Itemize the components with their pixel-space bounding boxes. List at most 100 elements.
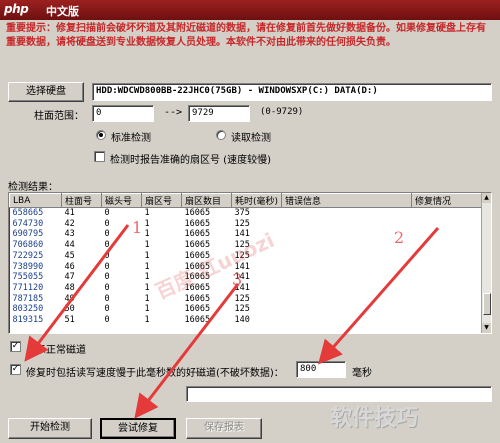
table-cell bbox=[282, 283, 412, 294]
table-cell bbox=[412, 262, 484, 273]
table-cell bbox=[412, 304, 484, 315]
column-header[interactable]: 扇区号 bbox=[141, 193, 182, 208]
table-cell: 803250 bbox=[12, 304, 44, 315]
bottom-watermark: 软件技巧 bbox=[330, 406, 419, 431]
cylinder-to-input[interactable]: 9729 bbox=[188, 105, 250, 122]
warning-text: 重要提示：修复扫描前会破坏坏道及其附近磁道的数据，请在修复前首先做好数据备份。如… bbox=[6, 23, 486, 48]
table-cell: 0 bbox=[104, 304, 110, 315]
table-cell bbox=[282, 219, 412, 230]
table-cell: 0 bbox=[104, 261, 110, 272]
table-cell: 658665 bbox=[12, 208, 44, 218]
table-cell bbox=[412, 229, 484, 240]
table-cell: 706860 bbox=[12, 240, 44, 251]
scroll-up-icon[interactable]: ▲ bbox=[482, 193, 491, 203]
table-cell: 1 bbox=[144, 218, 150, 229]
annotation-3: 3 bbox=[232, 270, 243, 289]
table-cell: 1 bbox=[144, 250, 150, 261]
table-row[interactable]: 771120 48 0 1 16065 141 bbox=[10, 283, 484, 294]
select-disk-button[interactable]: 选择硬盘 bbox=[8, 82, 84, 102]
read-check-radio[interactable] bbox=[216, 130, 226, 140]
column-header[interactable]: 磁头号 bbox=[101, 193, 142, 208]
ms-threshold-input[interactable]: 800 bbox=[296, 361, 346, 378]
table-cell bbox=[412, 251, 484, 262]
disk-info-field: HDD:WDCWD800BB-22JHC0(75GB) - WINDOWSXP(… bbox=[92, 83, 492, 101]
results-label: 检测结果： bbox=[8, 182, 58, 193]
ms-unit-label: 毫秒 bbox=[352, 368, 372, 379]
read-check-label: 读取检测 bbox=[231, 133, 271, 144]
table-cell: 16065 bbox=[184, 293, 211, 304]
annotation-2: 2 bbox=[394, 228, 405, 247]
column-header[interactable]: 柱面号 bbox=[61, 193, 102, 208]
column-header[interactable]: 扇区数目 bbox=[181, 193, 232, 208]
cylinder-range-hint: (0-9729) bbox=[260, 107, 304, 117]
table-cell bbox=[282, 294, 412, 305]
table-cell bbox=[282, 315, 412, 326]
report-sector-checkbox[interactable] bbox=[94, 151, 105, 162]
table-cell: 1 bbox=[144, 315, 150, 326]
table-cell bbox=[412, 315, 484, 326]
table-cell: 375 bbox=[234, 208, 250, 218]
table-cell: 51 bbox=[64, 315, 75, 326]
scroll-down-icon[interactable]: ▼ bbox=[482, 323, 491, 333]
table-cell: 819315 bbox=[12, 315, 44, 326]
table-cell: 125 bbox=[234, 293, 250, 304]
table-cell: 49 bbox=[64, 293, 75, 304]
table-cell: 125 bbox=[234, 304, 250, 315]
try-repair-button[interactable]: 尝试修复 bbox=[100, 418, 176, 439]
table-row[interactable]: 787185 49 0 1 16065 125 bbox=[10, 294, 484, 305]
cylinder-range-label: 柱面范围： bbox=[34, 111, 84, 122]
report-sector-label: 检测时报告准确的扇区号 (速度较慢) bbox=[110, 155, 271, 166]
table-cell: 16065 bbox=[184, 208, 211, 218]
cylinder-from-input[interactable]: 0 bbox=[92, 105, 154, 122]
results-scrollbar[interactable]: ▲ ▼ bbox=[481, 193, 491, 333]
table-cell bbox=[412, 283, 484, 294]
show-normal-checkbox[interactable]: ✓ bbox=[10, 341, 21, 352]
title-bar: php 中文版 bbox=[0, 0, 500, 20]
repair-slow-checkbox[interactable]: ✓ bbox=[10, 364, 21, 375]
table-cell: 16065 bbox=[184, 304, 211, 315]
annotation-1: 1 bbox=[132, 218, 143, 237]
table-cell: 45 bbox=[64, 250, 75, 261]
table-cell bbox=[412, 294, 484, 305]
app-logo: php bbox=[4, 2, 29, 16]
table-row[interactable]: 755055 47 0 1 16065 141 bbox=[10, 272, 484, 283]
table-cell: 42 bbox=[64, 218, 75, 229]
table-cell: 16065 bbox=[184, 218, 211, 229]
scroll-thumb[interactable] bbox=[483, 293, 491, 315]
start-check-button[interactable]: 开始检测 bbox=[8, 418, 92, 439]
standard-check-radio[interactable] bbox=[96, 130, 106, 140]
table-cell bbox=[282, 240, 412, 251]
column-header[interactable]: 耗时(毫秒) bbox=[231, 193, 282, 208]
table-cell: 722925 bbox=[12, 250, 44, 261]
table-cell bbox=[282, 229, 412, 240]
save-report-button: 保存报表 bbox=[186, 418, 262, 439]
table-cell: 48 bbox=[64, 282, 75, 293]
table-cell: 738990 bbox=[12, 261, 44, 272]
table-cell: 140 bbox=[234, 315, 250, 326]
table-row[interactable]: 674730 42 0 1 16065 125 bbox=[10, 219, 484, 230]
table-cell bbox=[412, 219, 484, 230]
table-row[interactable]: 658665 41 0 1 16065 375 bbox=[10, 208, 484, 219]
table-cell: 787185 bbox=[12, 293, 44, 304]
standard-check-label: 标准检测 bbox=[111, 133, 151, 144]
table-row[interactable]: 803250 50 0 1 16065 125 bbox=[10, 304, 484, 315]
table-cell: 771120 bbox=[12, 282, 44, 293]
table-cell: 16065 bbox=[184, 229, 211, 240]
table-cell bbox=[412, 272, 484, 283]
table-cell bbox=[282, 251, 412, 262]
table-cell: 674730 bbox=[12, 218, 44, 229]
table-cell: 1 bbox=[144, 304, 150, 315]
table-cell bbox=[282, 262, 412, 273]
column-header[interactable]: 修复情况 bbox=[411, 193, 484, 208]
column-header[interactable]: 错误信息 bbox=[281, 193, 412, 208]
table-cell: 0 bbox=[104, 240, 110, 251]
table-cell: 755055 bbox=[12, 272, 44, 283]
table-cell bbox=[282, 208, 412, 219]
table-cell bbox=[282, 304, 412, 315]
table-cell: 0 bbox=[104, 315, 110, 326]
table-row[interactable]: 819315 51 0 1 16065 140 bbox=[10, 315, 484, 326]
window-title: 中文版 bbox=[46, 5, 79, 18]
table-cell bbox=[412, 240, 484, 251]
table-cell: 1 bbox=[144, 208, 150, 218]
column-header[interactable]: LBA bbox=[9, 193, 62, 208]
